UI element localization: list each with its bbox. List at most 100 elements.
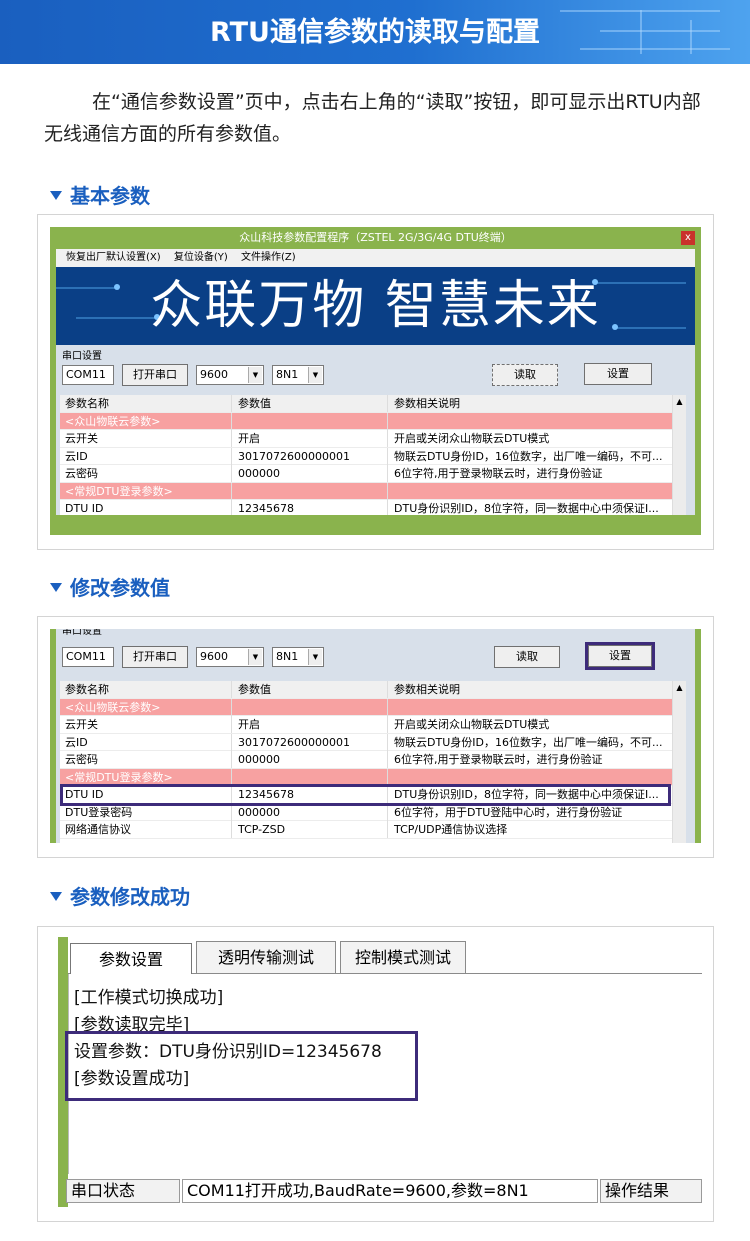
col-desc-header: 参数相关说明 [394,683,460,696]
hero-banner: 众联万物 智慧未来 [56,267,695,345]
param-value-cell[interactable] [233,768,388,786]
chevron-down-icon: ▼ [248,649,262,665]
param-value-cell[interactable] [233,482,388,500]
param-desc-cell [389,413,667,430]
table-row[interactable]: 云ID 3017072600000001 物联云DTU身份ID，16位数字，出厂唯一… [60,733,686,751]
param-desc-cell [389,483,667,500]
close-icon[interactable]: x [681,231,695,245]
tab-param-settings[interactable]: 参数设置 [70,943,192,976]
set-button[interactable]: 设置 [584,363,652,385]
read-button[interactable]: 读取 [494,646,560,668]
baud-select[interactable]: 9600 ▼ [196,647,264,667]
scrollbar[interactable]: ▲ [672,681,686,843]
triangle-down-icon [50,191,62,200]
scrollbar[interactable]: ▲ [672,395,686,515]
table-row[interactable]: 云ID 3017072600000001 物联云DTU身份ID，16位数字，出厂唯一… [60,447,686,465]
table-row[interactable]: DTU登录密码 000000 6位字符，用于DTU登陆中心时，进行身份验证 [60,803,686,821]
section-modify-label: 修改参数值 [70,576,170,600]
log-line: [工作模式切换成功] [74,988,224,1008]
section-success-header: 参数修改成功 [50,881,190,910]
col-name-header: 参数名称 [60,395,232,412]
window-title: 众山科技参数配置程序（ZSTEL 2G/3G/4G DTU终端） [239,231,512,244]
param-desc-cell: 开启或关闭众山物联云DTU模式 [394,718,550,731]
baud-value: 9600 [200,368,228,381]
table-row[interactable]: 云密码 000000 6位字符,用于登录物联云时，进行身份验证 [60,751,686,769]
screenshot-frame-basic: 众山科技参数配置程序（ZSTEL 2G/3G/4G DTU终端） x 恢复出厂默… [37,214,714,550]
port-input[interactable]: COM11 [62,365,114,385]
table-row[interactable]: 网络通信协议 TCP-ZSD TCP/UDP通信协议选择 [60,821,686,839]
param-name-cell: 云ID [60,447,232,465]
screenshot-frame-modify: 串口设置 COM11 打开串口 9600 ▼ 8N1 ▼ 读取 设置 参数名称 参数… [37,616,714,858]
table-row[interactable]: 云密码 000000 6位字符,用于登录物联云时，进行身份验证 [60,465,686,483]
dtu-id-row-highlight [60,784,671,806]
param-value-cell[interactable]: 3017072600000001 [233,447,388,465]
param-value-cell[interactable]: 000000 [233,465,388,482]
open-port-button[interactable]: 打开串口 [122,646,188,668]
intro-text: 在“通信参数设置”页中，点击右上角的“读取”按钮，即可显示出RTU内部无线通信方… [44,91,701,145]
param-desc-cell: 6位字符,用于登录物联云时，进行身份验证 [394,753,603,766]
section-modify-header: 修改参数值 [50,572,170,601]
table-body: <众山物联云参数> 云开关 开启 开启或关闭众山物联云DTU模式 云ID 30170726… [60,698,686,839]
table-row[interactable]: DTU ID 12345678 DTU身份识别ID，8位字符，同一数据中心中须保证I… [60,500,686,515]
param-value-cell[interactable] [233,698,388,716]
baud-select[interactable]: 9600 ▼ [196,365,264,385]
param-desc-cell [389,769,667,786]
param-name-cell: 云密码 [60,465,232,482]
screenshot-frame-success: 参数设置 透明传输测试 控制模式测试 [工作模式切换成功] [参数读取完毕] 设… [37,926,714,1222]
table-row[interactable]: 云开关 开启 开启或关闭众山物联云DTU模式 [60,716,686,734]
port-input[interactable]: COM11 [62,647,114,667]
param-value-cell[interactable]: 000000 [233,751,388,768]
param-name-cell: <常规DTU登录参数> [60,482,232,500]
table-row[interactable]: 云开关 开启 开启或关闭众山物联云DTU模式 [60,430,686,448]
status-text: COM11打开成功,BaudRate=9600,参数=8N1 [182,1179,598,1203]
table-group-row[interactable]: <众山物联云参数> [60,412,686,430]
format-select[interactable]: 8N1 ▼ [272,365,324,385]
col-name-header: 参数名称 [60,681,232,698]
param-value-cell[interactable]: 12345678 [233,500,388,515]
table-header: 参数名称 参数值 参数相关说明 [60,681,686,699]
param-name-cell: <众山物联云参数> [60,412,232,430]
param-value-cell[interactable]: 开启 [233,430,388,447]
params-table: 参数名称 参数值 参数相关说明 <众山物联云参数> 云开关 开启 开启或关闭众山物联云… [60,395,686,515]
read-button[interactable]: 读取 [492,364,558,386]
chevron-up-icon[interactable]: ▲ [673,681,686,695]
result-label: 操作结果 [600,1179,702,1203]
open-port-button[interactable]: 打开串口 [122,364,188,386]
menu-file-ops[interactable]: 文件操作(Z) [241,252,296,263]
triangle-down-icon [50,892,62,901]
menu-bar: 恢复出厂默认设置(X) 复位设备(Y) 文件操作(Z) [56,249,695,267]
window-titlebar: 众山科技参数配置程序（ZSTEL 2G/3G/4G DTU终端） x [50,227,701,249]
col-value-header: 参数值 [233,681,388,698]
table-group-row[interactable]: <常规DTU登录参数> [60,482,686,500]
param-value-cell[interactable]: 开启 [233,716,388,733]
param-value-cell[interactable]: 3017072600000001 [233,733,388,751]
param-value-cell[interactable]: 000000 [233,803,388,821]
chevron-up-icon[interactable]: ▲ [673,395,686,409]
param-value-cell[interactable]: TCP-ZSD [233,821,388,838]
param-desc-cell: 6位字符，用于DTU登陆中心时，进行身份验证 [394,805,623,819]
param-desc-cell: 物联云DTU身份ID，16位数字，出厂唯一编码，不可... [394,735,663,749]
serial-settings-panel: 串口设置 COM11 打开串口 9600 ▼ 8N1 ▼ 读取 设置 参数名称 参数… [56,629,695,843]
serial-group-label: 串口设置 [62,351,102,362]
menu-factory-reset[interactable]: 恢复出厂默认设置(X) [66,252,161,263]
table-group-row[interactable]: <众山物联云参数> [60,698,686,716]
param-name-cell: 云密码 [60,751,232,768]
title-banner: RTU通信参数的读取与配置 [0,0,750,64]
param-name-cell: <众山物联云参数> [60,698,232,716]
col-desc-header: 参数相关说明 [394,397,460,410]
chevron-down-icon: ▼ [308,367,322,383]
section-success-label: 参数修改成功 [70,885,190,909]
serial-settings-panel: 串口设置 COM11 打开串口 9600 ▼ 8N1 ▼ 读取 设置 参数名称 参数… [56,345,695,515]
param-name-cell: 云ID [60,733,232,751]
menu-reset-device[interactable]: 复位设备(Y) [174,252,228,263]
chevron-down-icon: ▼ [308,649,322,665]
param-value-cell[interactable] [233,412,388,430]
banner-title: RTU通信参数的读取与配置 [210,17,540,48]
param-desc-cell: TCP/UDP通信协议选择 [394,823,508,836]
tab-transparent-test[interactable]: 透明传输测试 [196,941,336,973]
param-name-cell: DTU登录密码 [60,803,232,821]
tab-control-mode-test[interactable]: 控制模式测试 [340,941,466,973]
format-select[interactable]: 8N1 ▼ [272,647,324,667]
format-value: 8N1 [276,368,299,381]
table-body: <众山物联云参数> 云开关 开启 开启或关闭众山物联云DTU模式 云ID 30170726… [60,412,686,515]
